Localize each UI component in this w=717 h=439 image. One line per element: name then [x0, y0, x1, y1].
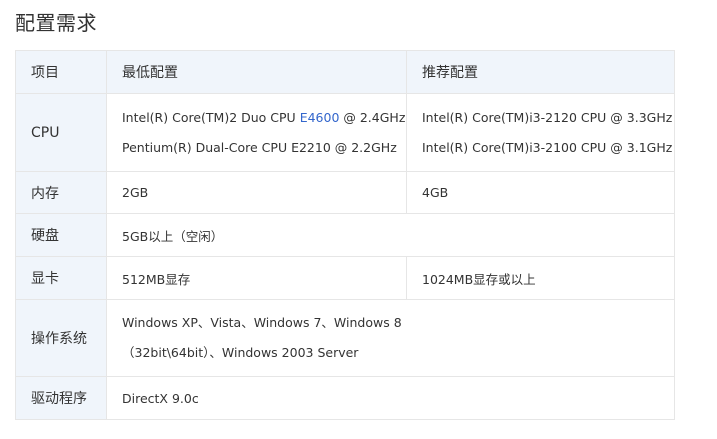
requirements-table: 项目 最低配置 推荐配置 CPU Intel(R) Core(TM)2 Duo …	[15, 50, 675, 420]
section-title: 配置需求	[15, 11, 97, 35]
header-minimum: 最低配置	[106, 50, 407, 94]
row-label-driver: 驱动程序	[15, 376, 107, 420]
row-label-memory: 内存	[15, 171, 107, 214]
table-row-driver: 驱动程序 DirectX 9.0c	[15, 376, 675, 420]
table-row-disk: 硬盘 5GB以上（空闲）	[15, 213, 675, 257]
gpu-recommended: 1024MB显存或以上	[406, 256, 675, 300]
row-label-cpu: CPU	[15, 93, 107, 172]
page: 配置需求 项目 最低配置 推荐配置 CPU Intel(R) Core(TM)2…	[0, 0, 717, 439]
os-value: Windows XP、Vista、Windows 7、Windows 8 （32…	[106, 299, 675, 377]
row-label-disk: 硬盘	[15, 213, 107, 257]
header-item: 项目	[15, 50, 107, 94]
cpu-model-link[interactable]: E4600	[300, 110, 340, 125]
table-row-os: 操作系统 Windows XP、Vista、Windows 7、Windows …	[15, 299, 675, 377]
cpu-minimum: Intel(R) Core(TM)2 Duo CPU E4600 @ 2.4GH…	[106, 93, 407, 172]
disk-value: 5GB以上（空闲）	[106, 213, 675, 257]
memory-recommended: 4GB	[406, 171, 675, 214]
cpu-minimum-line2: Pentium(R) Dual-Core CPU E2210 @ 2.2GHz	[122, 139, 397, 155]
table-row-memory: 内存 2GB 4GB	[15, 171, 675, 214]
cpu-min-text: Intel(R) Core(TM)2 Duo CPU	[122, 109, 300, 125]
table-header-row: 项目 最低配置 推荐配置	[15, 50, 675, 94]
os-line2: （32bit\64bit）、Windows 2003 Server	[122, 345, 359, 360]
table-row-gpu: 显卡 512MB显存 1024MB显存或以上	[15, 256, 675, 300]
row-label-os: 操作系统	[15, 299, 107, 377]
header-recommended: 推荐配置	[406, 50, 675, 94]
cpu-minimum-line1: Intel(R) Core(TM)2 Duo CPU E4600 @ 2.4GH…	[122, 103, 406, 133]
row-label-gpu: 显卡	[15, 256, 107, 300]
gpu-minimum: 512MB显存	[106, 256, 407, 300]
cpu-recommended-line1: Intel(R) Core(TM)i3-2120 CPU @ 3.3GHz	[422, 109, 673, 125]
cpu-recommended: Intel(R) Core(TM)i3-2120 CPU @ 3.3GHz In…	[406, 93, 675, 172]
cpu-recommended-line2: Intel(R) Core(TM)i3-2100 CPU @ 3.1GHz	[422, 139, 673, 155]
cpu-min-freq: @ 2.4GHz	[339, 109, 406, 125]
os-line1: Windows XP、Vista、Windows 7、Windows 8	[122, 315, 402, 330]
driver-value: DirectX 9.0c	[106, 376, 675, 420]
table-row-cpu: CPU Intel(R) Core(TM)2 Duo CPU E4600 @ 2…	[15, 93, 675, 172]
memory-minimum: 2GB	[106, 171, 407, 214]
